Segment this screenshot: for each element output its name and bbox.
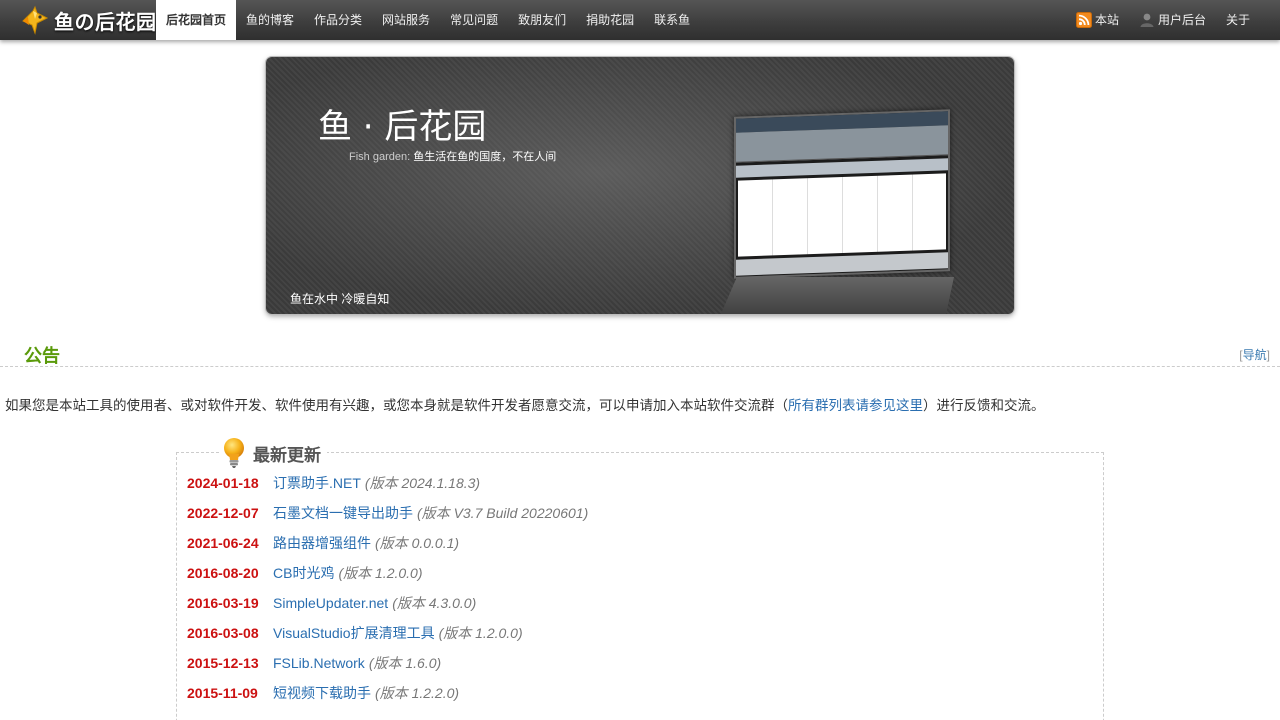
- update-version: (版本 1.6.0): [368, 655, 442, 671]
- notice-text-before: 如果您是本站工具的使用者、或对软件开发、软件使用有兴趣，或您本身就是软件开发者愿…: [5, 398, 788, 413]
- banner-motto: 鱼在水中 冷暖自知: [290, 292, 390, 306]
- rss-icon: [1075, 12, 1092, 28]
- update-row: 2022-12-07 石墨文档一键导出助手 (版本 V3.7 Build 20220…: [187, 503, 588, 533]
- update-name-link[interactable]: 路由器增强组件: [273, 535, 371, 551]
- update-name-link[interactable]: FSLib.Network: [273, 655, 365, 671]
- update-version-label: 版本: [379, 535, 408, 551]
- update-date: 2015-11-09: [187, 685, 258, 701]
- update-version-label: 版本: [396, 595, 425, 611]
- update-version-number: V3.7 Build 20220601: [453, 505, 584, 521]
- notice-nav: [导航]: [1239, 348, 1270, 362]
- main-nav: 后花园首页 鱼的博客 作品分类 网站服务 常见问题 致朋友们 捐助花园 联系鱼: [156, 0, 700, 40]
- lightbulb-icon: [224, 438, 244, 468]
- update-date: 2021-06-24: [187, 535, 259, 551]
- banner-title: 鱼 · 后花园: [318, 107, 487, 147]
- update-name-link[interactable]: 短视频下载助手: [273, 685, 371, 701]
- update-date: 2016-03-08: [187, 625, 259, 641]
- update-date: 2015-12-13: [187, 655, 259, 671]
- banner-subtitle: Fish garden: 鱼生活在鱼的国度，不在人间: [349, 148, 556, 164]
- update-version-number: 1.2.2.0: [411, 685, 455, 701]
- update-version-number: 1.2.0.0: [475, 625, 518, 641]
- update-version: (版本 V3.7 Build 20220601): [417, 505, 589, 521]
- nav-item-home[interactable]: 后花园首页: [156, 0, 237, 40]
- laptop-screenshot-image: [718, 109, 958, 314]
- user-backend-label: 用户后台: [1157, 13, 1206, 27]
- app-screenshot: [734, 109, 950, 279]
- update-version-label: 版本: [343, 565, 372, 581]
- laptop-base: [718, 277, 954, 314]
- update-name-link[interactable]: 石墨文档一键导出助手: [273, 505, 413, 521]
- update-name-link[interactable]: VisualStudio扩展清理工具: [273, 625, 435, 641]
- update-version-label: 版本: [443, 625, 472, 641]
- update-row: 2015-11-09 短视频下载助手 (版本 1.2.2.0): [187, 683, 588, 713]
- update-version: (版本 1.2.2.0): [375, 685, 460, 701]
- site-logo[interactable]: 鱼の后花园: [20, 4, 157, 36]
- update-row: 2016-03-08 VisualStudio扩展清理工具 (版本 1.2.0.0): [187, 623, 588, 653]
- update-version-label: 版本: [373, 655, 402, 671]
- about-link[interactable]: 关于: [1216, 0, 1260, 40]
- top-navigation-bar: 鱼の后花园 后花园首页 鱼的博客 作品分类 网站服务 常见问题 致朋友们 捐助花…: [0, 0, 1280, 40]
- notice-nav-link[interactable]: 导航: [1243, 348, 1267, 362]
- right-nav: 本站 用户后台 关于: [1066, 0, 1260, 40]
- update-version: (版本 1.2.0.0): [438, 625, 523, 641]
- site-name: 鱼の后花园: [54, 11, 157, 34]
- update-version: (版本 1.2.0.0): [338, 565, 423, 581]
- update-version-number: 1.2.0.0: [375, 565, 418, 581]
- rss-link[interactable]: 本站: [1066, 0, 1129, 40]
- user-backend-link[interactable]: 用户后台: [1129, 0, 1216, 40]
- group-list-link[interactable]: 所有群列表请参见这里: [788, 398, 923, 413]
- update-version: (版本 2024.1.18.3): [364, 475, 481, 491]
- hero-banner: 鱼 · 后花园 Fish garden: 鱼生活在鱼的国度，不在人间 鱼在水中 …: [266, 57, 1014, 314]
- nav-item-services[interactable]: 网站服务: [372, 0, 440, 40]
- update-date: 2016-08-20: [187, 565, 259, 581]
- update-version-label: 版本: [369, 475, 398, 491]
- update-version-label: 版本: [379, 685, 408, 701]
- updates-legend: 最新更新: [221, 437, 327, 469]
- update-version-label: 版本: [421, 505, 450, 521]
- update-name-link[interactable]: CB时光鸡: [273, 565, 334, 581]
- update-row: 2016-03-19 SimpleUpdater.net (版本 4.3.0.0): [187, 593, 588, 623]
- nav-item-categories[interactable]: 作品分类: [304, 0, 372, 40]
- rss-label: 本站: [1094, 13, 1119, 27]
- nav-item-friends[interactable]: 致朋友们: [508, 0, 576, 40]
- update-version-number: 2024.1.18.3: [401, 475, 476, 491]
- notice-text-after: ）进行反馈和交流。: [923, 398, 1045, 413]
- latest-updates-box: 最新更新 2024-01-18 订票助手.NET (版本 2024.1.18.3) 2…: [176, 437, 1104, 720]
- update-date: 2022-12-07: [187, 505, 259, 521]
- banner-subtitle-text: 鱼生活在鱼的国度，不在人间: [413, 151, 557, 163]
- user-icon: [1140, 13, 1154, 27]
- nav-item-donate[interactable]: 捐助花园: [576, 0, 644, 40]
- nav-item-blog[interactable]: 鱼的博客: [236, 0, 304, 40]
- update-version-number: 1.6.0: [405, 655, 437, 671]
- update-date: 2016-03-19: [187, 595, 259, 611]
- notice-header: 公告 [导航]: [0, 339, 1280, 367]
- notice-text: 如果您是本站工具的使用者、或对软件开发、软件使用有兴趣，或您本身就是软件开发者愿…: [5, 394, 1045, 414]
- banner-subtitle-prefix: Fish garden:: [349, 151, 411, 163]
- update-version-number: 0.0.0.1: [411, 535, 455, 551]
- notice-title: 公告: [24, 346, 60, 366]
- update-row: 2024-01-18 订票助手.NET (版本 2024.1.18.3): [187, 473, 588, 503]
- update-name-link[interactable]: SimpleUpdater.net: [273, 595, 388, 611]
- update-row: 2021-06-24 路由器增强组件 (版本 0.0.0.1): [187, 533, 588, 563]
- update-list: 2024-01-18 订票助手.NET (版本 2024.1.18.3) 2022-1…: [187, 473, 588, 713]
- update-date: 2024-01-18: [187, 475, 259, 491]
- nav-item-contact[interactable]: 联系鱼: [644, 0, 700, 40]
- updates-title: 最新更新: [253, 445, 321, 465]
- update-version: (版本 4.3.0.0): [392, 595, 477, 611]
- update-version: (版本 0.0.0.1): [375, 535, 460, 551]
- update-row: 2015-12-13 FSLib.Network (版本 1.6.0): [187, 653, 588, 683]
- fish-logo-icon: [22, 5, 49, 35]
- update-row: 2016-08-20 CB时光鸡 (版本 1.2.0.0): [187, 563, 588, 593]
- nav-item-faq[interactable]: 常见问题: [440, 0, 508, 40]
- update-version-number: 4.3.0.0: [428, 595, 472, 611]
- update-name-link[interactable]: 订票助手.NET: [273, 475, 361, 491]
